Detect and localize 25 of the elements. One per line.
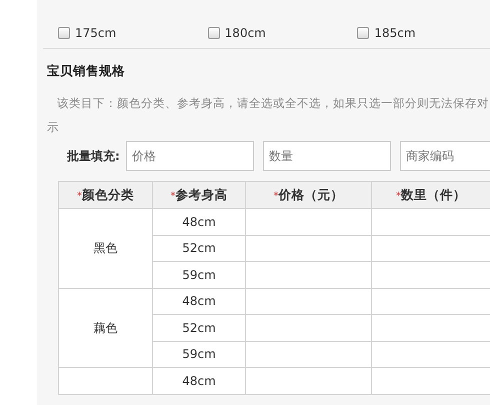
table-cell: 48cm xyxy=(182,374,216,388)
section-title: 宝贝销售规格 xyxy=(46,62,126,80)
input-field[interactable]: 价格 xyxy=(126,141,254,171)
table-cell: 59cm xyxy=(182,268,216,282)
column-header: *颜色分类 xyxy=(58,182,152,208)
checkbox[interactable] xyxy=(208,27,220,39)
column-header: *参考身高 xyxy=(152,182,246,208)
table-cell: 藕色 xyxy=(94,320,118,335)
checkbox-label: 185cm xyxy=(374,25,416,42)
table-cell: 52cm xyxy=(182,320,216,335)
table-cell: 48cm xyxy=(182,214,216,229)
checkbox[interactable] xyxy=(58,27,70,39)
checkbox-label: 180cm xyxy=(224,25,266,42)
input-field[interactable]: 商家编码 xyxy=(400,141,490,171)
checkbox[interactable] xyxy=(357,27,370,39)
input-field[interactable]: 数量 xyxy=(262,141,391,171)
batch-fill-label: 批量填充: xyxy=(67,148,120,165)
table-cell: 52cm xyxy=(182,241,216,256)
hint-text: 该类目下：颜色分类、参考身高，请全选或全不选，如果只选一部分则无法保存对 示 xyxy=(46,95,490,136)
column-header: *数里（件） xyxy=(372,182,490,208)
checkbox-label: 175cm xyxy=(75,25,116,42)
table-cell: 59cm xyxy=(182,347,216,362)
table-cell: 黑色 xyxy=(94,241,118,256)
table-cell: 48cm xyxy=(182,294,216,308)
column-header: *价格（元） xyxy=(246,182,372,208)
